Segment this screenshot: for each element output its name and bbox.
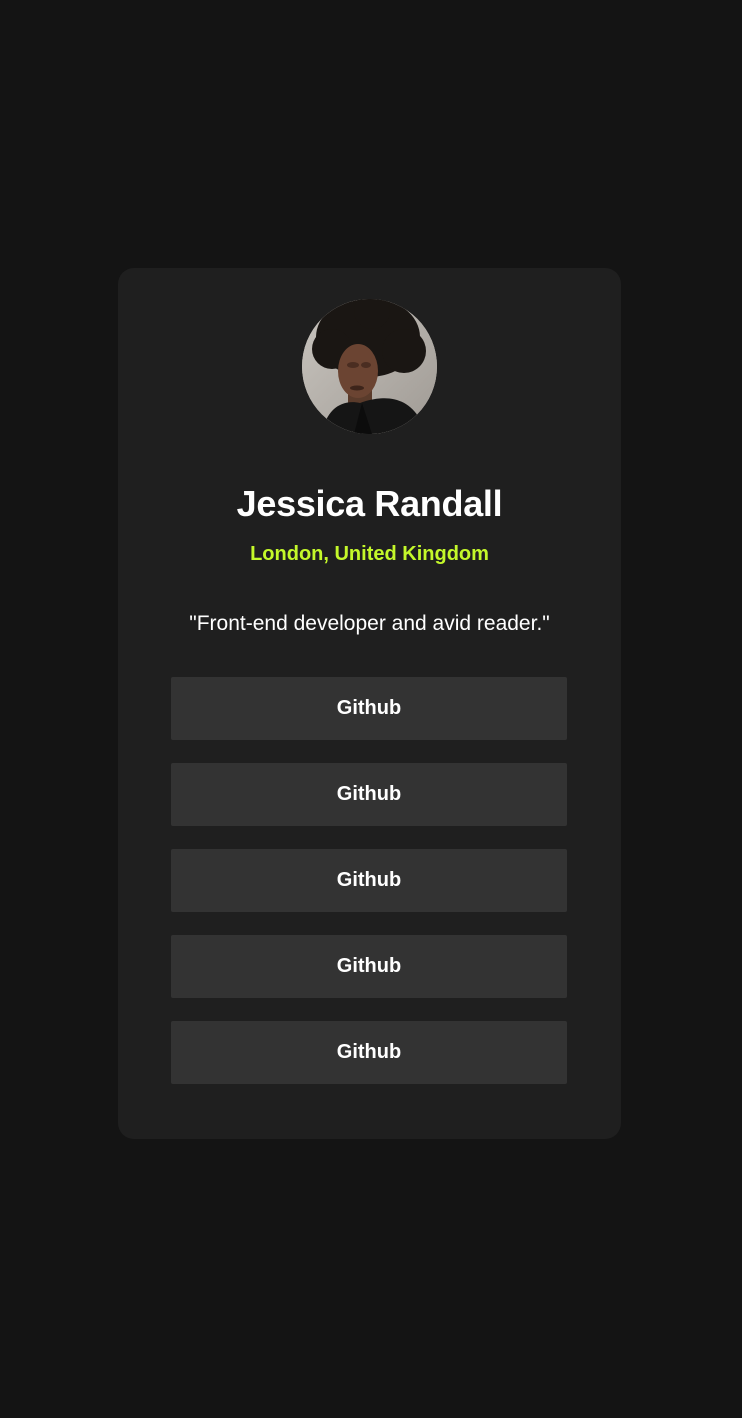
github-link-button[interactable]: Github <box>171 1021 567 1084</box>
avatar <box>302 299 437 434</box>
github-link-button[interactable]: Github <box>171 677 567 740</box>
list-item: Github <box>171 849 567 912</box>
profile-bio: "Front-end developer and avid reader." <box>189 612 550 635</box>
profile-card: Jessica Randall London, United Kingdom "… <box>118 268 621 1139</box>
list-item: Github <box>171 677 567 740</box>
social-links-list: Github Github Github Github Github <box>171 677 567 1107</box>
github-link-button[interactable]: Github <box>171 763 567 826</box>
profile-name: Jessica Randall <box>236 483 503 524</box>
list-item: Github <box>171 935 567 998</box>
list-item: Github <box>171 763 567 826</box>
github-link-button[interactable]: Github <box>171 849 567 912</box>
github-link-button[interactable]: Github <box>171 935 567 998</box>
profile-photo <box>302 299 437 434</box>
profile-location: London, United Kingdom <box>250 543 489 565</box>
list-item: Github <box>171 1021 567 1084</box>
